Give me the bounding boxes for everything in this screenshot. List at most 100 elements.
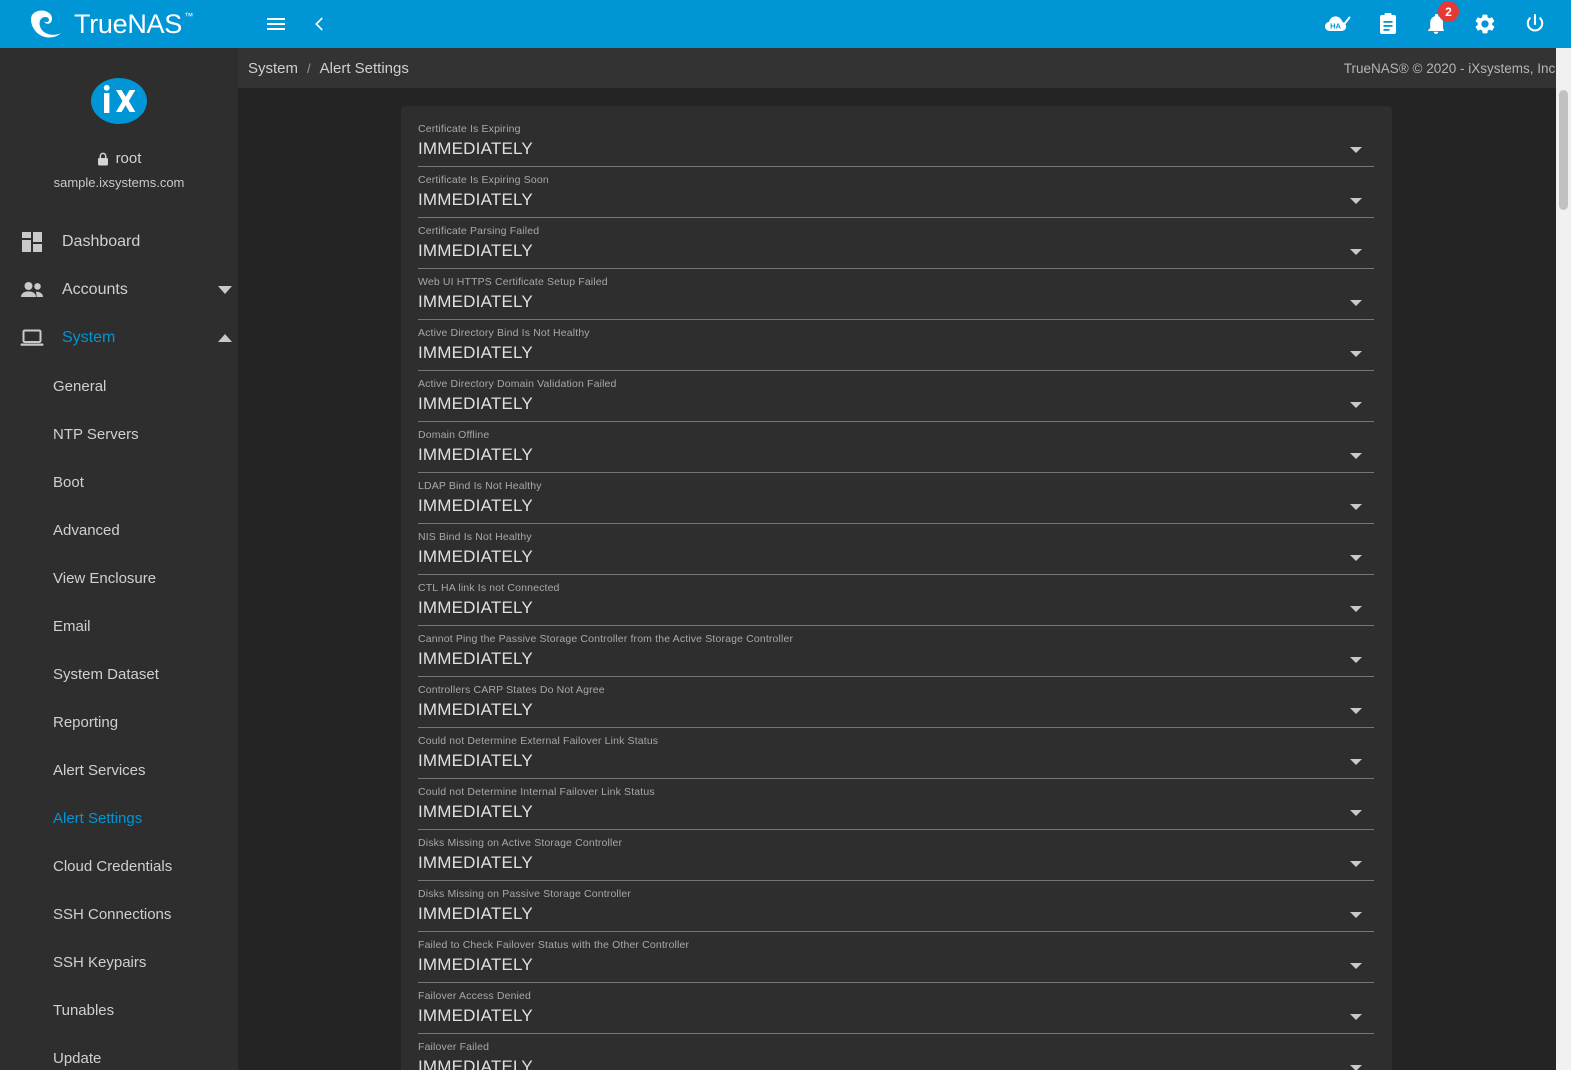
alert-setting-select[interactable]: IMMEDIATELY xyxy=(418,288,1374,313)
chevron-up-icon[interactable] xyxy=(212,333,238,343)
chevron-down-icon[interactable] xyxy=(1350,351,1362,357)
alert-setting-select[interactable]: IMMEDIATELY xyxy=(418,135,1374,160)
alert-setting-field[interactable]: Certificate Is Expiring IMMEDIATELY xyxy=(418,122,1374,173)
alert-setting-field[interactable]: LDAP Bind Is Not Healthy IMMEDIATELY xyxy=(418,479,1374,530)
alert-setting-field[interactable]: Failover Failed IMMEDIATELY xyxy=(418,1040,1374,1070)
chevron-down-icon[interactable] xyxy=(1350,504,1362,510)
sidebar-item-ssh-keypairs[interactable]: SSH Keypairs xyxy=(0,938,238,986)
sidebar-item-accounts[interactable]: Accounts xyxy=(0,266,238,314)
chevron-down-icon[interactable] xyxy=(1350,555,1362,561)
alert-setting-field[interactable]: Certificate Parsing Failed IMMEDIATELY xyxy=(418,224,1374,275)
chevron-down-icon[interactable] xyxy=(1350,963,1362,969)
truenas-app-window: TrueNAS ™ HA 2 root sample.ixsystems.com… xyxy=(0,0,1571,1070)
field-underline xyxy=(418,727,1374,728)
alert-setting-select[interactable]: IMMEDIATELY xyxy=(418,798,1374,823)
vertical-scrollbar[interactable] xyxy=(1556,48,1571,1070)
sidebar-item-view-enclosure[interactable]: View Enclosure xyxy=(0,554,238,602)
alert-setting-field[interactable]: Could not Determine Internal Failover Li… xyxy=(418,785,1374,836)
alert-setting-field[interactable]: Web UI HTTPS Certificate Setup Failed IMM… xyxy=(418,275,1374,326)
gear-icon[interactable] xyxy=(1473,12,1497,36)
alert-setting-field[interactable]: CTL HA link Is not Connected IMMEDIATELY xyxy=(418,581,1374,632)
chevron-down-icon[interactable] xyxy=(1350,402,1362,408)
alert-setting-field[interactable]: Disks Missing on Passive Storage Control… xyxy=(418,887,1374,938)
ha-cloud-icon[interactable]: HA xyxy=(1323,12,1351,36)
sidebar-item-reporting[interactable]: Reporting xyxy=(0,698,238,746)
field-underline xyxy=(418,778,1374,779)
power-icon[interactable] xyxy=(1523,12,1547,36)
alert-setting-select[interactable]: IMMEDIATELY xyxy=(418,492,1374,517)
sidebar-item-system-dataset[interactable]: System Dataset xyxy=(0,650,238,698)
chevron-down-icon[interactable] xyxy=(1350,198,1362,204)
chevron-down-icon[interactable] xyxy=(1350,1014,1362,1020)
alert-setting-select[interactable]: IMMEDIATELY xyxy=(418,543,1374,568)
chevron-down-icon[interactable] xyxy=(1350,657,1362,663)
chevron-down-icon[interactable] xyxy=(1350,300,1362,306)
alert-setting-select[interactable]: IMMEDIATELY xyxy=(418,339,1374,364)
sidebar-item-dashboard[interactable]: Dashboard xyxy=(0,218,238,266)
alert-setting-field[interactable]: Domain Offline IMMEDIATELY xyxy=(418,428,1374,479)
alert-setting-select[interactable]: IMMEDIATELY xyxy=(418,390,1374,415)
alert-setting-select[interactable]: IMMEDIATELY xyxy=(418,696,1374,721)
alert-setting-select[interactable]: IMMEDIATELY xyxy=(418,747,1374,772)
alert-setting-select[interactable]: IMMEDIATELY xyxy=(418,1002,1374,1027)
sidebar-item-email[interactable]: Email xyxy=(0,602,238,650)
alert-setting-field[interactable]: Failed to Check Failover Status with the… xyxy=(418,938,1374,989)
alert-setting-field[interactable]: Active Directory Bind Is Not Healthy IMME… xyxy=(418,326,1374,377)
alert-setting-field[interactable]: Certificate Is Expiring Soon IMMEDIATELY xyxy=(418,173,1374,224)
chevron-down-icon[interactable] xyxy=(1350,1065,1362,1070)
alert-setting-field[interactable]: Disks Missing on Active Storage Controll… xyxy=(418,836,1374,887)
breadcrumb-item-system[interactable]: System xyxy=(248,60,298,77)
sidebar-item-update[interactable]: Update xyxy=(0,1034,238,1070)
clipboard-tasks-icon[interactable] xyxy=(1377,12,1399,36)
notifications-bell-icon[interactable]: 2 xyxy=(1425,1,1459,36)
alert-setting-label: CTL HA link Is not Connected xyxy=(418,582,560,594)
sidebar-item-view-enclosure-label: View Enclosure xyxy=(53,569,157,587)
sidebar-item-boot[interactable]: Boot xyxy=(0,458,238,506)
alert-setting-value: IMMEDIATELY xyxy=(418,1006,533,1025)
sidebar-item-general[interactable]: General xyxy=(0,362,238,410)
alert-setting-select[interactable]: IMMEDIATELY xyxy=(418,186,1374,211)
alert-setting-select[interactable]: IMMEDIATELY xyxy=(418,951,1374,976)
sidebar-item-advanced[interactable]: Advanced xyxy=(0,506,238,554)
chevron-down-icon[interactable] xyxy=(1350,759,1362,765)
chevron-down-icon[interactable] xyxy=(1350,912,1362,918)
brand-trademark: ™ xyxy=(184,10,193,21)
sidebar-item-general-label: General xyxy=(53,377,107,395)
alert-setting-select[interactable]: IMMEDIATELY xyxy=(418,849,1374,874)
breadcrumb-item-alert-settings[interactable]: Alert Settings xyxy=(320,60,409,77)
alert-setting-select[interactable]: IMMEDIATELY xyxy=(418,237,1374,262)
sidebar-item-cloud-credentials[interactable]: Cloud Credentials xyxy=(0,842,238,890)
alert-setting-select[interactable]: IMMEDIATELY xyxy=(418,441,1374,466)
sidebar-item-system[interactable]: System xyxy=(0,314,238,362)
chevron-down-icon[interactable] xyxy=(1350,147,1362,153)
vertical-scrollbar-thumb[interactable] xyxy=(1559,90,1568,210)
sidebar-item-alert-settings[interactable]: Alert Settings xyxy=(0,794,238,842)
chevron-down-icon[interactable] xyxy=(1350,861,1362,867)
brand-logo-area[interactable]: TrueNAS ™ xyxy=(0,0,238,48)
alert-setting-select[interactable]: IMMEDIATELY xyxy=(418,900,1374,925)
alert-setting-select[interactable]: IMMEDIATELY xyxy=(418,594,1374,619)
alert-setting-select[interactable]: IMMEDIATELY xyxy=(418,645,1374,670)
sidebar-item-ssh-connections[interactable]: SSH Connections xyxy=(0,890,238,938)
chevron-left-icon[interactable] xyxy=(310,14,330,34)
chevron-down-icon[interactable] xyxy=(1350,606,1362,612)
alert-setting-field[interactable]: Failover Access Denied IMMEDIATELY xyxy=(418,989,1374,1040)
sidebar-item-alert-services[interactable]: Alert Services xyxy=(0,746,238,794)
chevron-down-icon[interactable] xyxy=(1350,453,1362,459)
alert-setting-field[interactable]: Could not Determine External Failover Li… xyxy=(418,734,1374,785)
alert-setting-field[interactable]: NIS Bind Is Not Healthy IMMEDIATELY xyxy=(418,530,1374,581)
alert-setting-field[interactable]: Cannot Ping the Passive Storage Controll… xyxy=(418,632,1374,683)
brand-name: TrueNAS ™ xyxy=(74,9,193,40)
sidebar-item-tunables[interactable]: Tunables xyxy=(0,986,238,1034)
chevron-down-icon[interactable] xyxy=(1350,810,1362,816)
sidebar-item-ntp-servers[interactable]: NTP Servers xyxy=(0,410,238,458)
hamburger-menu-icon[interactable] xyxy=(264,12,288,36)
alert-setting-select[interactable]: IMMEDIATELY xyxy=(418,1053,1374,1070)
chevron-down-icon[interactable] xyxy=(1350,708,1362,714)
chevron-down-icon[interactable] xyxy=(1350,249,1362,255)
chevron-down-icon[interactable] xyxy=(212,285,238,295)
alert-setting-field[interactable]: Controllers CARP States Do Not Agree IMME… xyxy=(418,683,1374,734)
field-underline xyxy=(418,421,1374,422)
breadcrumb-bar: System / Alert Settings TrueNAS® © 2020 … xyxy=(238,48,1571,88)
alert-setting-field[interactable]: Active Directory Domain Validation Faile… xyxy=(418,377,1374,428)
